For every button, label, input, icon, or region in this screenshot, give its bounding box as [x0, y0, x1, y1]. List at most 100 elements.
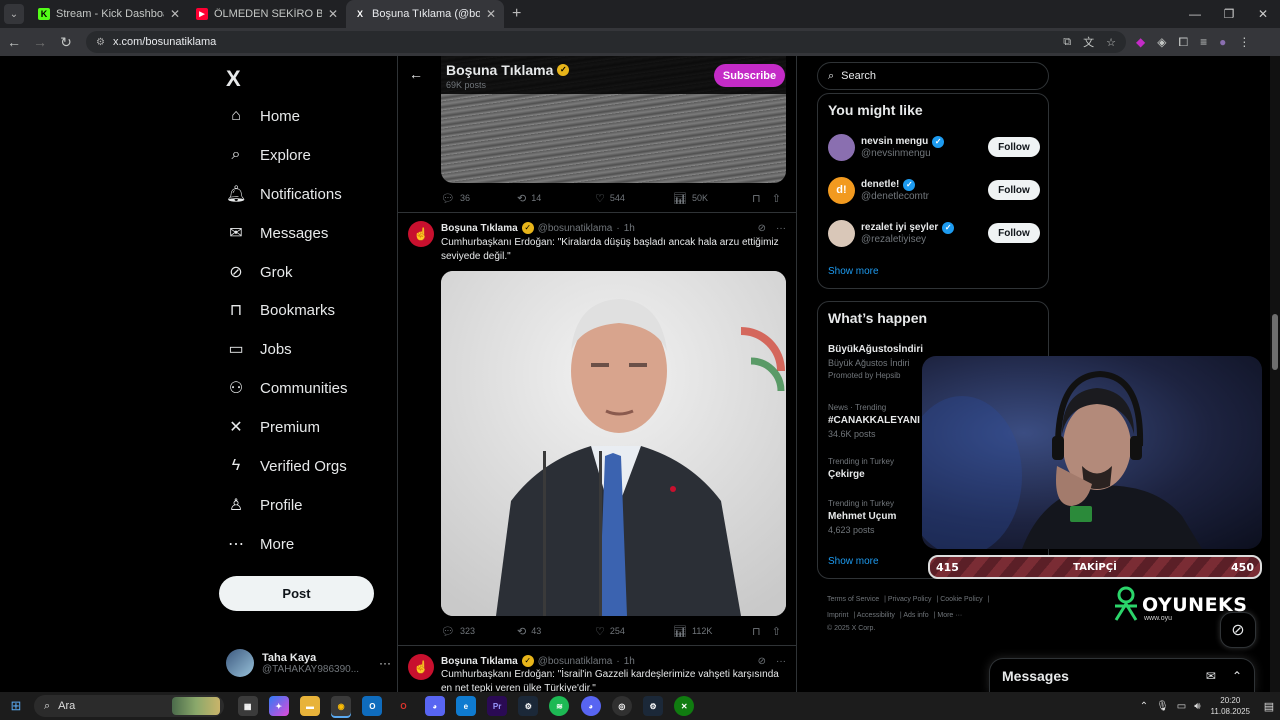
footer-link[interactable]: Privacy Policy — [888, 596, 932, 603]
tab-close-icon[interactable]: ✕ — [328, 7, 338, 21]
premiere-icon[interactable]: Pr — [487, 696, 508, 716]
extension-diamond-icon[interactable]: ◈ — [1157, 35, 1166, 49]
post-author[interactable]: Boşuna Tıklama — [441, 223, 518, 234]
nav-item-verified-orgs[interactable]: ϟ Verified Orgs — [226, 451, 347, 481]
tray-overflow-icon[interactable]: ⌃ — [1140, 701, 1148, 712]
chrome-icon[interactable]: ◉ — [331, 696, 352, 716]
new-message-icon[interactable]: ✉ — [1206, 669, 1216, 683]
post-avatar[interactable]: ☝ — [408, 221, 434, 247]
nav-item-jobs[interactable]: ▭ Jobs — [226, 334, 291, 364]
tab-close-icon[interactable]: ✕ — [486, 7, 496, 21]
suggestion-item[interactable]: nevsin mengu ✓ @nevsinmengu Follow — [828, 131, 1040, 163]
tab-close-icon[interactable]: ✕ — [170, 7, 180, 21]
file-explorer-icon[interactable]: ▬ — [299, 696, 320, 716]
footer-link[interactable]: Cookie Policy — [940, 596, 982, 603]
follow-button[interactable]: Follow — [988, 137, 1040, 157]
post-image-photo[interactable] — [441, 271, 786, 616]
post-avatar[interactable]: ☝ — [408, 654, 434, 680]
post-handle[interactable]: @bosunatiklama — [538, 656, 613, 667]
nav-item-explore[interactable]: ⌕ Explore — [226, 140, 311, 170]
nav-item-premium[interactable]: ✕ Premium — [226, 412, 320, 442]
footer-link[interactable]: More ··· — [937, 612, 962, 619]
x-logo-icon[interactable]: X — [226, 66, 241, 92]
edge-icon[interactable]: e — [455, 696, 476, 716]
new-tab-button[interactable]: + — [512, 5, 521, 23]
show-more-link[interactable]: Show more — [828, 556, 879, 567]
task-view-icon[interactable]: ▦ — [237, 696, 258, 716]
profile-avatar-icon[interactable]: ● — [1219, 35, 1226, 49]
forward-arrow-icon[interactable]: → — [28, 34, 52, 50]
share-button[interactable]: ⇧ — [772, 192, 786, 205]
restore-icon[interactable]: ❐ — [1212, 0, 1246, 28]
post-more-icon[interactable]: ··· — [776, 223, 786, 234]
account-switcher[interactable]: Taha Kaya @TAHAKAY986390... ··· — [226, 648, 391, 678]
trend-item[interactable]: BüyükAğustosİndiri Büyük Ağustos İndiri … — [828, 344, 928, 380]
footer-link[interactable]: Imprint — [827, 612, 848, 619]
discord-icon[interactable]: ◕ — [424, 696, 445, 716]
steam-icon[interactable]: ⚙ — [518, 696, 539, 716]
share-button[interactable]: ⇧ — [772, 625, 786, 638]
back-arrow-icon[interactable]: ← — [409, 66, 423, 82]
taskbar-clock[interactable]: 20:20 11.08.2025 — [1211, 695, 1250, 717]
footer-link[interactable]: Accessibility — [857, 612, 895, 619]
trend-item[interactable]: News · Trending #CANAKKALEYANI 34.6K pos… — [828, 403, 928, 439]
post-time[interactable]: 1h — [624, 223, 635, 234]
repost-button[interactable]: ⟲ 14 — [517, 192, 595, 205]
nav-item-notifications[interactable]: 🔔︎ Notifications — [226, 179, 342, 209]
nav-item-profile[interactable]: ♙ Profile — [226, 490, 303, 520]
trend-item[interactable]: Trending in Turkey Mehmet Uçum 4,623 pos… — [828, 499, 928, 535]
nav-item-grok[interactable]: ⊘ Grok — [226, 257, 292, 287]
install-app-icon[interactable]: ⧉ — [1063, 36, 1071, 49]
expand-up-icon[interactable]: ⌃ — [1232, 669, 1242, 683]
suggestion-item[interactable]: rezalet iyi şeyler ✓ @rezaletiyisey Follo… — [828, 217, 1040, 249]
close-window-icon[interactable]: ✕ — [1246, 0, 1280, 28]
microphone-icon[interactable]: 🎙︎ — [1156, 701, 1169, 712]
steam-alt-icon[interactable]: ⚙ — [643, 696, 664, 716]
like-button[interactable]: ♡ 254 — [595, 625, 673, 638]
minimize-icon[interactable]: — — [1178, 0, 1212, 28]
page-scrollbar[interactable] — [1270, 56, 1280, 692]
obs-icon[interactable]: ◎ — [611, 696, 632, 716]
address-bar[interactable]: ⚙ x.com/bosunatiklama ⧉ 文 ☆ — [86, 31, 1126, 53]
xbox-icon[interactable]: ✕ — [674, 696, 695, 716]
nav-item-messages[interactable]: ✉ Messages — [226, 218, 328, 248]
reply-button[interactable]: 💬︎ 323 — [441, 625, 517, 638]
windows-start-icon[interactable]: ⊞ — [0, 698, 32, 714]
repost-button[interactable]: ⟲ 43 — [517, 625, 595, 638]
follow-button[interactable]: Follow — [988, 180, 1040, 200]
reply-button[interactable]: 💬︎ 36 — [441, 192, 517, 205]
grok-explain-icon[interactable]: ⊘ — [758, 656, 766, 667]
discord-alt-icon[interactable]: ◕ — [580, 696, 601, 716]
reload-icon[interactable]: ↻ — [54, 34, 78, 51]
nav-item-more[interactable]: ⋯ More — [226, 529, 294, 559]
follow-button[interactable]: Follow — [988, 223, 1040, 243]
show-more-link[interactable]: Show more — [828, 266, 879, 277]
bookmark-button[interactable]: ⊓ — [752, 625, 772, 638]
browser-menu-icon[interactable]: ⋮ — [1238, 35, 1250, 49]
post-time[interactable]: 1h — [624, 656, 635, 667]
browser-tab-x[interactable]: X Boşuna Tıklama (@bosunatiklam ✕ — [346, 0, 504, 28]
post-button[interactable]: Post — [219, 576, 374, 611]
site-info-icon[interactable]: ⚙ — [96, 37, 105, 48]
subscribe-button[interactable]: Subscribe — [714, 64, 785, 87]
grok-explain-icon[interactable]: ⊘ — [758, 223, 766, 234]
taskbar-search[interactable]: ⌕ Ara — [34, 695, 224, 717]
browser-tab-kick[interactable]: K Stream - Kick Dashboard ✕ — [30, 0, 188, 28]
network-icon[interactable]: ▭ — [1177, 701, 1186, 712]
scrollbar-thumb[interactable] — [1272, 314, 1278, 370]
back-arrow-icon[interactable]: ← — [2, 34, 26, 50]
notification-center-icon[interactable]: ▤ — [1258, 700, 1280, 713]
grok-floating-button[interactable]: ⊘ — [1220, 612, 1256, 648]
views-button[interactable]: 📊︎ 112K — [673, 625, 752, 638]
opera-icon[interactable]: O — [393, 696, 414, 716]
like-button[interactable]: ♡ 544 — [595, 192, 673, 205]
search-input[interactable]: ⌕ Search — [817, 62, 1049, 90]
volume-icon[interactable]: 🔊︎ — [1194, 701, 1200, 712]
footer-link[interactable]: Terms of Service — [827, 596, 879, 603]
messages-drawer[interactable]: Messages ✉ ⌃ — [989, 658, 1255, 692]
tab-search-icon[interactable]: ⌄ — [4, 4, 24, 24]
views-button[interactable]: 📊︎ 50K — [673, 192, 752, 205]
extensions-puzzle-icon[interactable]: ⧠ — [1178, 35, 1188, 50]
footer-link[interactable]: Ads info — [903, 612, 928, 619]
nav-item-communities[interactable]: ⚇ Communities — [226, 373, 348, 403]
